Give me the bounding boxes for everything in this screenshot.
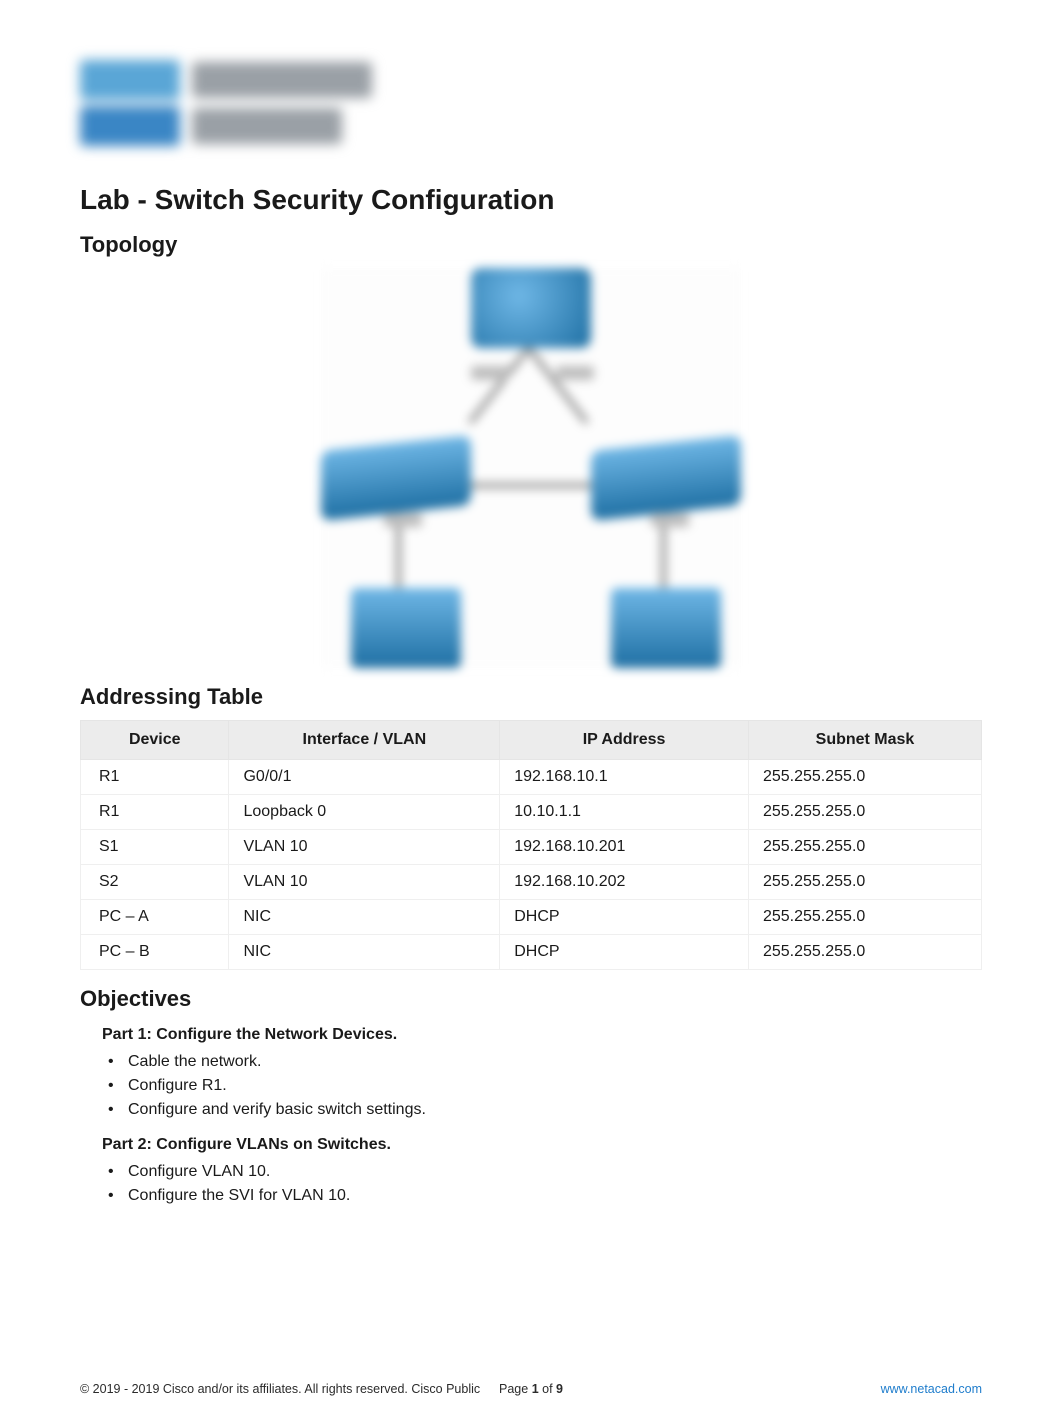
cell-interface: NIC — [229, 900, 500, 935]
table-row: PC – B NIC DHCP 255.255.255.0 — [81, 935, 982, 970]
cell-interface: Loopback 0 — [229, 795, 500, 830]
page-title: Lab - Switch Security Configuration — [80, 184, 982, 216]
cell-mask: 255.255.255.0 — [748, 795, 981, 830]
cell-interface: NIC — [229, 935, 500, 970]
topology-link-icon — [468, 346, 530, 424]
cell-device: PC – B — [81, 935, 229, 970]
list-item: Cable the network. — [102, 1050, 982, 1074]
topology-diagram-wrap — [80, 268, 982, 668]
footer-page-prefix: Page — [499, 1382, 532, 1396]
topology-label-icon — [651, 513, 689, 527]
table-header-row: Device Interface / VLAN IP Address Subne… — [81, 721, 982, 760]
pc-icon — [351, 588, 461, 668]
cell-interface: G0/0/1 — [229, 760, 500, 795]
page-content: Lab - Switch Security Configuration Topo… — [0, 0, 1062, 1252]
table-row: PC – A NIC DHCP 255.255.255.0 — [81, 900, 982, 935]
table-row: R1 Loopback 0 10.10.1.1 255.255.255.0 — [81, 795, 982, 830]
cell-device: S1 — [81, 830, 229, 865]
objectives-part2-list: Configure VLAN 10. Configure the SVI for… — [102, 1160, 982, 1208]
switch-icon — [321, 435, 471, 521]
cell-mask: 255.255.255.0 — [748, 830, 981, 865]
topology-diagram — [321, 268, 741, 668]
cell-ip: 192.168.10.202 — [500, 865, 749, 900]
table-row: S2 VLAN 10 192.168.10.202 255.255.255.0 — [81, 865, 982, 900]
objectives-part1-title: Part 1: Configure the Network Devices. — [102, 1026, 982, 1044]
cell-ip: DHCP — [500, 935, 749, 970]
logo-text-networking — [192, 62, 372, 98]
cisco-logo — [80, 60, 400, 160]
switch-icon — [591, 435, 741, 521]
cell-device: R1 — [81, 795, 229, 830]
router-icon — [471, 268, 591, 348]
addressing-heading: Addressing Table — [80, 684, 982, 710]
cell-ip: 10.10.1.1 — [500, 795, 749, 830]
logo-mark-cisco-icon — [80, 106, 180, 146]
footer-page-current: 1 — [532, 1382, 539, 1396]
cell-device: R1 — [81, 760, 229, 795]
col-mask: Subnet Mask — [748, 721, 981, 760]
footer-page-of: of — [539, 1382, 556, 1396]
objectives-heading: Objectives — [80, 986, 982, 1012]
cell-device: S2 — [81, 865, 229, 900]
topology-link-icon — [527, 346, 589, 424]
objectives-part1-list: Cable the network. Configure R1. Configu… — [102, 1050, 982, 1122]
table-row: S1 VLAN 10 192.168.10.201 255.255.255.0 — [81, 830, 982, 865]
col-interface: Interface / VLAN — [229, 721, 500, 760]
cell-device: PC – A — [81, 900, 229, 935]
addressing-table-body: R1 G0/0/1 192.168.10.1 255.255.255.0 R1 … — [81, 760, 982, 970]
cell-mask: 255.255.255.0 — [748, 935, 981, 970]
topology-link-icon — [461, 483, 611, 488]
topology-heading: Topology — [80, 232, 982, 258]
cell-interface: VLAN 10 — [229, 830, 500, 865]
cell-mask: 255.255.255.0 — [748, 900, 981, 935]
cell-ip: DHCP — [500, 900, 749, 935]
cell-ip: 192.168.10.1 — [500, 760, 749, 795]
cell-ip: 192.168.10.201 — [500, 830, 749, 865]
logo-mark-icon — [80, 60, 180, 100]
footer-page-total: 9 — [556, 1382, 563, 1396]
list-item: Configure R1. — [102, 1074, 982, 1098]
cell-interface: VLAN 10 — [229, 865, 500, 900]
pc-icon — [611, 588, 721, 668]
topology-label-icon — [384, 513, 422, 527]
col-device: Device — [81, 721, 229, 760]
list-item: Configure the SVI for VLAN 10. — [102, 1184, 982, 1208]
cell-mask: 255.255.255.0 — [748, 760, 981, 795]
page-footer: © 2019 - 2019 Cisco and/or its affiliate… — [0, 1382, 1062, 1426]
col-ip: IP Address — [500, 721, 749, 760]
table-row: R1 G0/0/1 192.168.10.1 255.255.255.0 — [81, 760, 982, 795]
logo-text-academy — [192, 108, 342, 144]
objectives-part2-title: Part 2: Configure VLANs on Switches. — [102, 1136, 982, 1154]
list-item: Configure VLAN 10. — [102, 1160, 982, 1184]
topology-label-icon — [556, 366, 594, 380]
footer-page-indicator: Page 1 of 9 — [0, 1382, 1062, 1396]
list-item: Configure and verify basic switch settin… — [102, 1098, 982, 1122]
topology-label-icon — [471, 366, 509, 380]
addressing-table: Device Interface / VLAN IP Address Subne… — [80, 720, 982, 970]
cell-mask: 255.255.255.0 — [748, 865, 981, 900]
